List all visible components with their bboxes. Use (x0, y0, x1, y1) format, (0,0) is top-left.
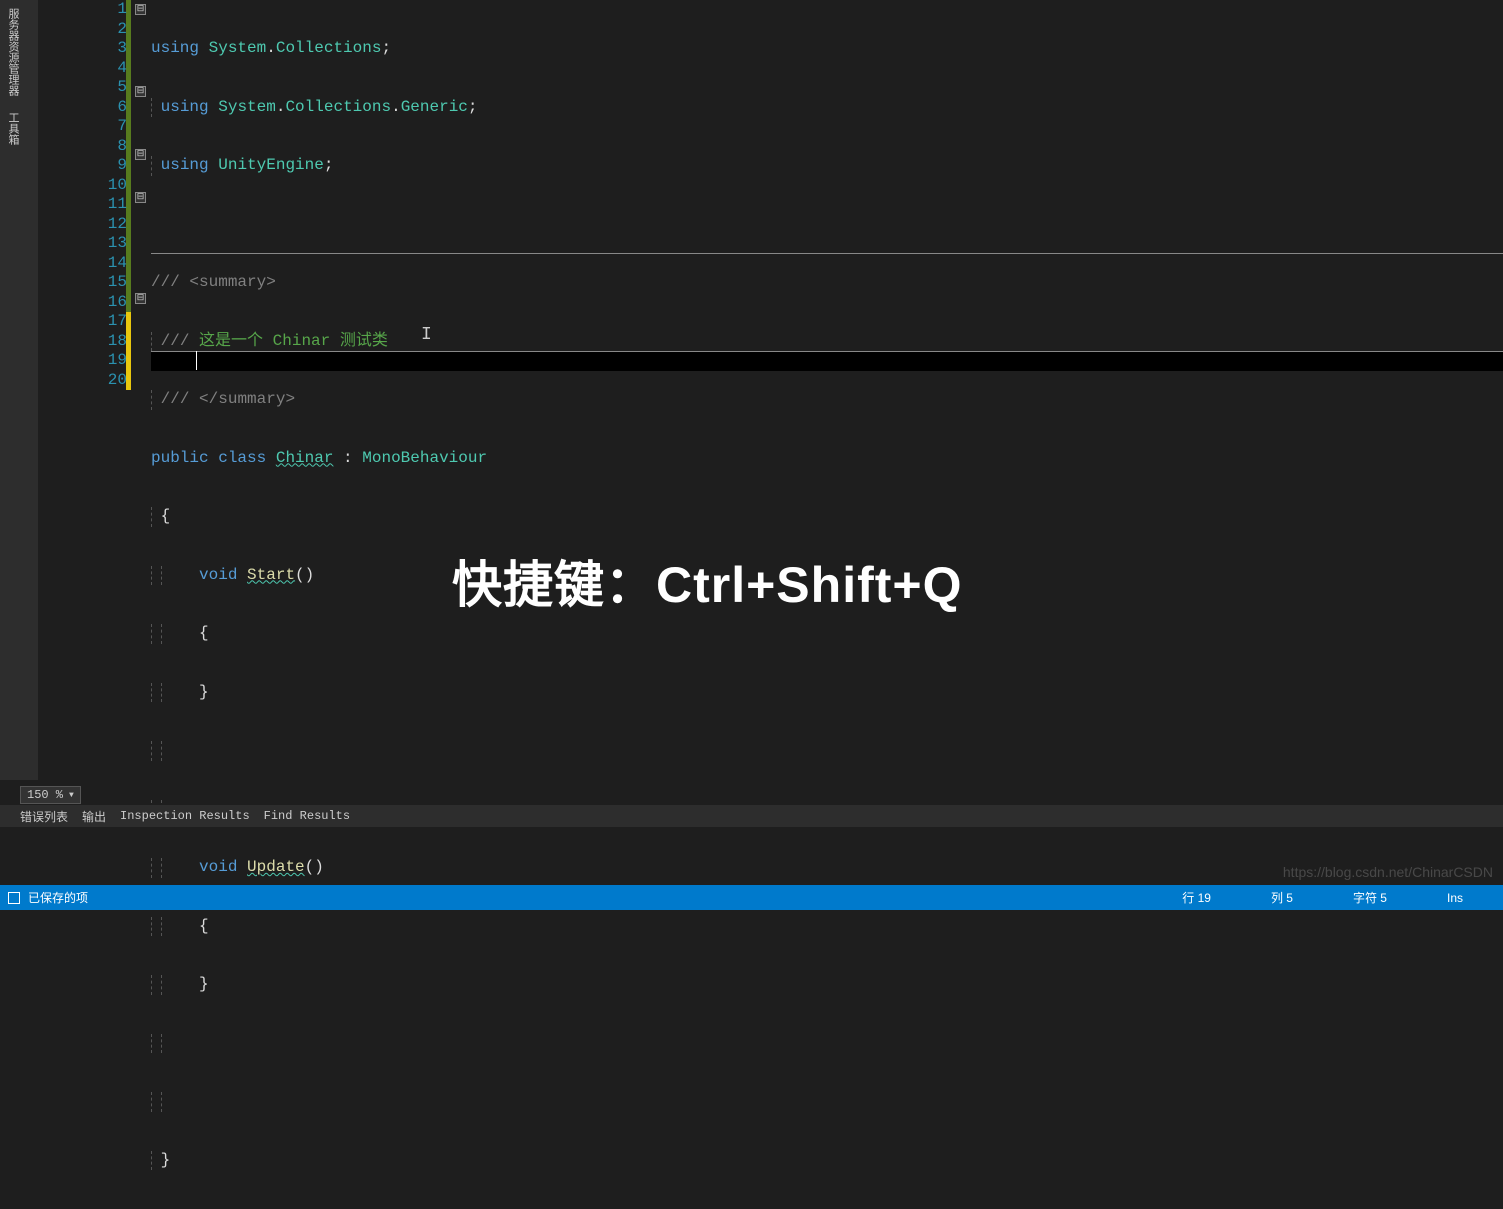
fold-column: ⊟ ⊟ ⊟ ⊟ ⊟ (133, 0, 151, 780)
status-insert-mode[interactable]: Ins (1447, 891, 1463, 905)
line-number-gutter: 1 2 3 4 5 6 7 8 9 10 11 12 13 14 15 16 1… (38, 0, 133, 780)
line-number: 20 (38, 371, 133, 391)
line-number: 10 (38, 176, 133, 196)
zoom-control[interactable]: 150 % ▼ (20, 784, 81, 806)
chevron-down-icon[interactable]: ▼ (69, 791, 74, 800)
line-number: 5 (38, 78, 133, 98)
watermark-text: https://blog.csdn.net/ChinarCSDN (1283, 864, 1493, 880)
line-number: 1 (38, 0, 133, 20)
tab-find-results[interactable]: Find Results (264, 809, 350, 823)
fold-toggle-icon[interactable]: ⊟ (135, 293, 146, 304)
tab-output[interactable]: 输出 (82, 808, 106, 825)
line-number: 11 (38, 195, 133, 215)
line-number: 2 (38, 20, 133, 40)
status-saved-text: 已保存的项 (28, 889, 88, 906)
status-char: 字符 5 (1353, 889, 1387, 906)
line-number: 12 (38, 215, 133, 235)
side-tab-toolbox[interactable]: 工具箱 (0, 104, 24, 153)
line-number: 9 (38, 156, 133, 176)
line-number: 17 (38, 312, 133, 332)
status-line: 行 19 (1182, 889, 1211, 906)
code-editor[interactable]: 1 2 3 4 5 6 7 8 9 10 11 12 13 14 15 16 1… (38, 0, 1503, 780)
line-number: 13 (38, 234, 133, 254)
line-number: 6 (38, 98, 133, 118)
bottom-panel-tabs: 错误列表 输出 Inspection Results Find Results (0, 805, 1503, 827)
line-number: 4 (38, 59, 133, 79)
line-number: 3 (38, 39, 133, 59)
line-number: 7 (38, 117, 133, 137)
line-number: 14 (38, 254, 133, 274)
line-number: 18 (38, 332, 133, 352)
shortcut-overlay-text: 快捷键：Ctrl+Shift+Q (452, 545, 962, 617)
code-content[interactable]: using System.Collections; using System.C… (151, 0, 1503, 780)
zoom-value: 150 % (27, 788, 63, 802)
tab-error-list[interactable]: 错误列表 (20, 808, 68, 825)
line-number: 16 (38, 293, 133, 313)
status-icon[interactable] (8, 892, 20, 904)
status-column: 列 5 (1271, 889, 1293, 906)
line-number: 19 (38, 351, 133, 371)
line-number: 15 (38, 273, 133, 293)
tab-inspection-results[interactable]: Inspection Results (120, 809, 250, 823)
i-beam-cursor-icon: I (421, 325, 432, 345)
side-tab-server-explorer[interactable]: 服务器资源管理器 (0, 0, 24, 104)
text-caret (196, 351, 197, 370)
side-panel: 服务器资源管理器 工具箱 (0, 0, 38, 780)
status-bar: 已保存的项 行 19 列 5 字符 5 Ins (0, 885, 1503, 910)
line-number: 8 (38, 137, 133, 157)
